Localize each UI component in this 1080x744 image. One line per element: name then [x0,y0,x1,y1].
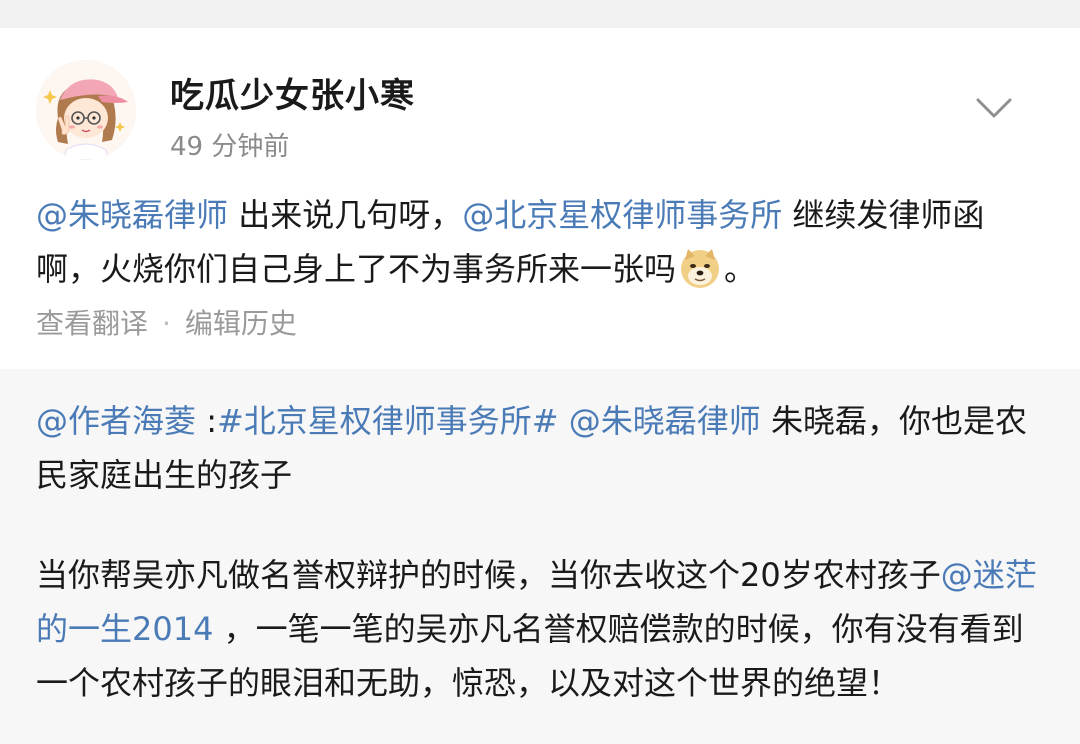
repost-colon: : [196,402,217,440]
more-options-button[interactable] [972,92,1016,122]
edit-history-link[interactable]: 编辑历史 [185,307,297,340]
repost-paragraph-1: @作者海菱 :#北京星权律师事务所# @朱晓磊律师 朱晓磊，你也是农民家庭出生的… [36,394,1046,502]
hashtag-link[interactable]: #北京星权律师事务所# [217,402,559,440]
top-strip [0,0,1080,28]
repost-text-segment: 当你帮吴亦凡做名誉权辩护的时候，当你去收这个20岁农村孩子 [36,556,941,594]
post-text-segment: 出来说几句呀， [228,196,463,234]
author-avatar[interactable] [36,60,136,160]
mention-lawyer-link[interactable]: @朱晓磊律师 [569,402,761,440]
post-body: @朱晓磊律师 出来说几句呀，@北京星权律师事务所 继续发律师函啊，火烧你们自己身… [36,188,1046,296]
mention-lawyer-link[interactable]: @朱晓磊律师 [36,196,228,234]
post-meta: 查看翻译 · 编辑历史 [36,302,297,342]
meta-separator: · [162,307,171,340]
doge-emoji-icon [678,246,722,290]
avatar-girl-icon [36,60,136,160]
chevron-down-icon [976,98,1012,118]
post-timestamp: 49 分钟前 [170,132,290,162]
repost-paragraph-2: 当你帮吴亦凡做名誉权辩护的时候，当你去收这个20岁农村孩子@迷茫的一生2014 … [36,548,1046,710]
repost-body: @作者海菱 :#北京星权律师事务所# @朱晓磊律师 朱晓磊，你也是农民家庭出生的… [36,394,1046,710]
mention-firm-link[interactable]: @北京星权律师事务所 [462,196,782,234]
repost-space [559,402,569,440]
author-name[interactable]: 吃瓜少女张小寒 [170,68,415,117]
translate-link[interactable]: 查看翻译 [36,307,148,340]
mention-author-link[interactable]: @作者海菱 [36,402,196,440]
post-text-segment: 。 [724,250,757,288]
